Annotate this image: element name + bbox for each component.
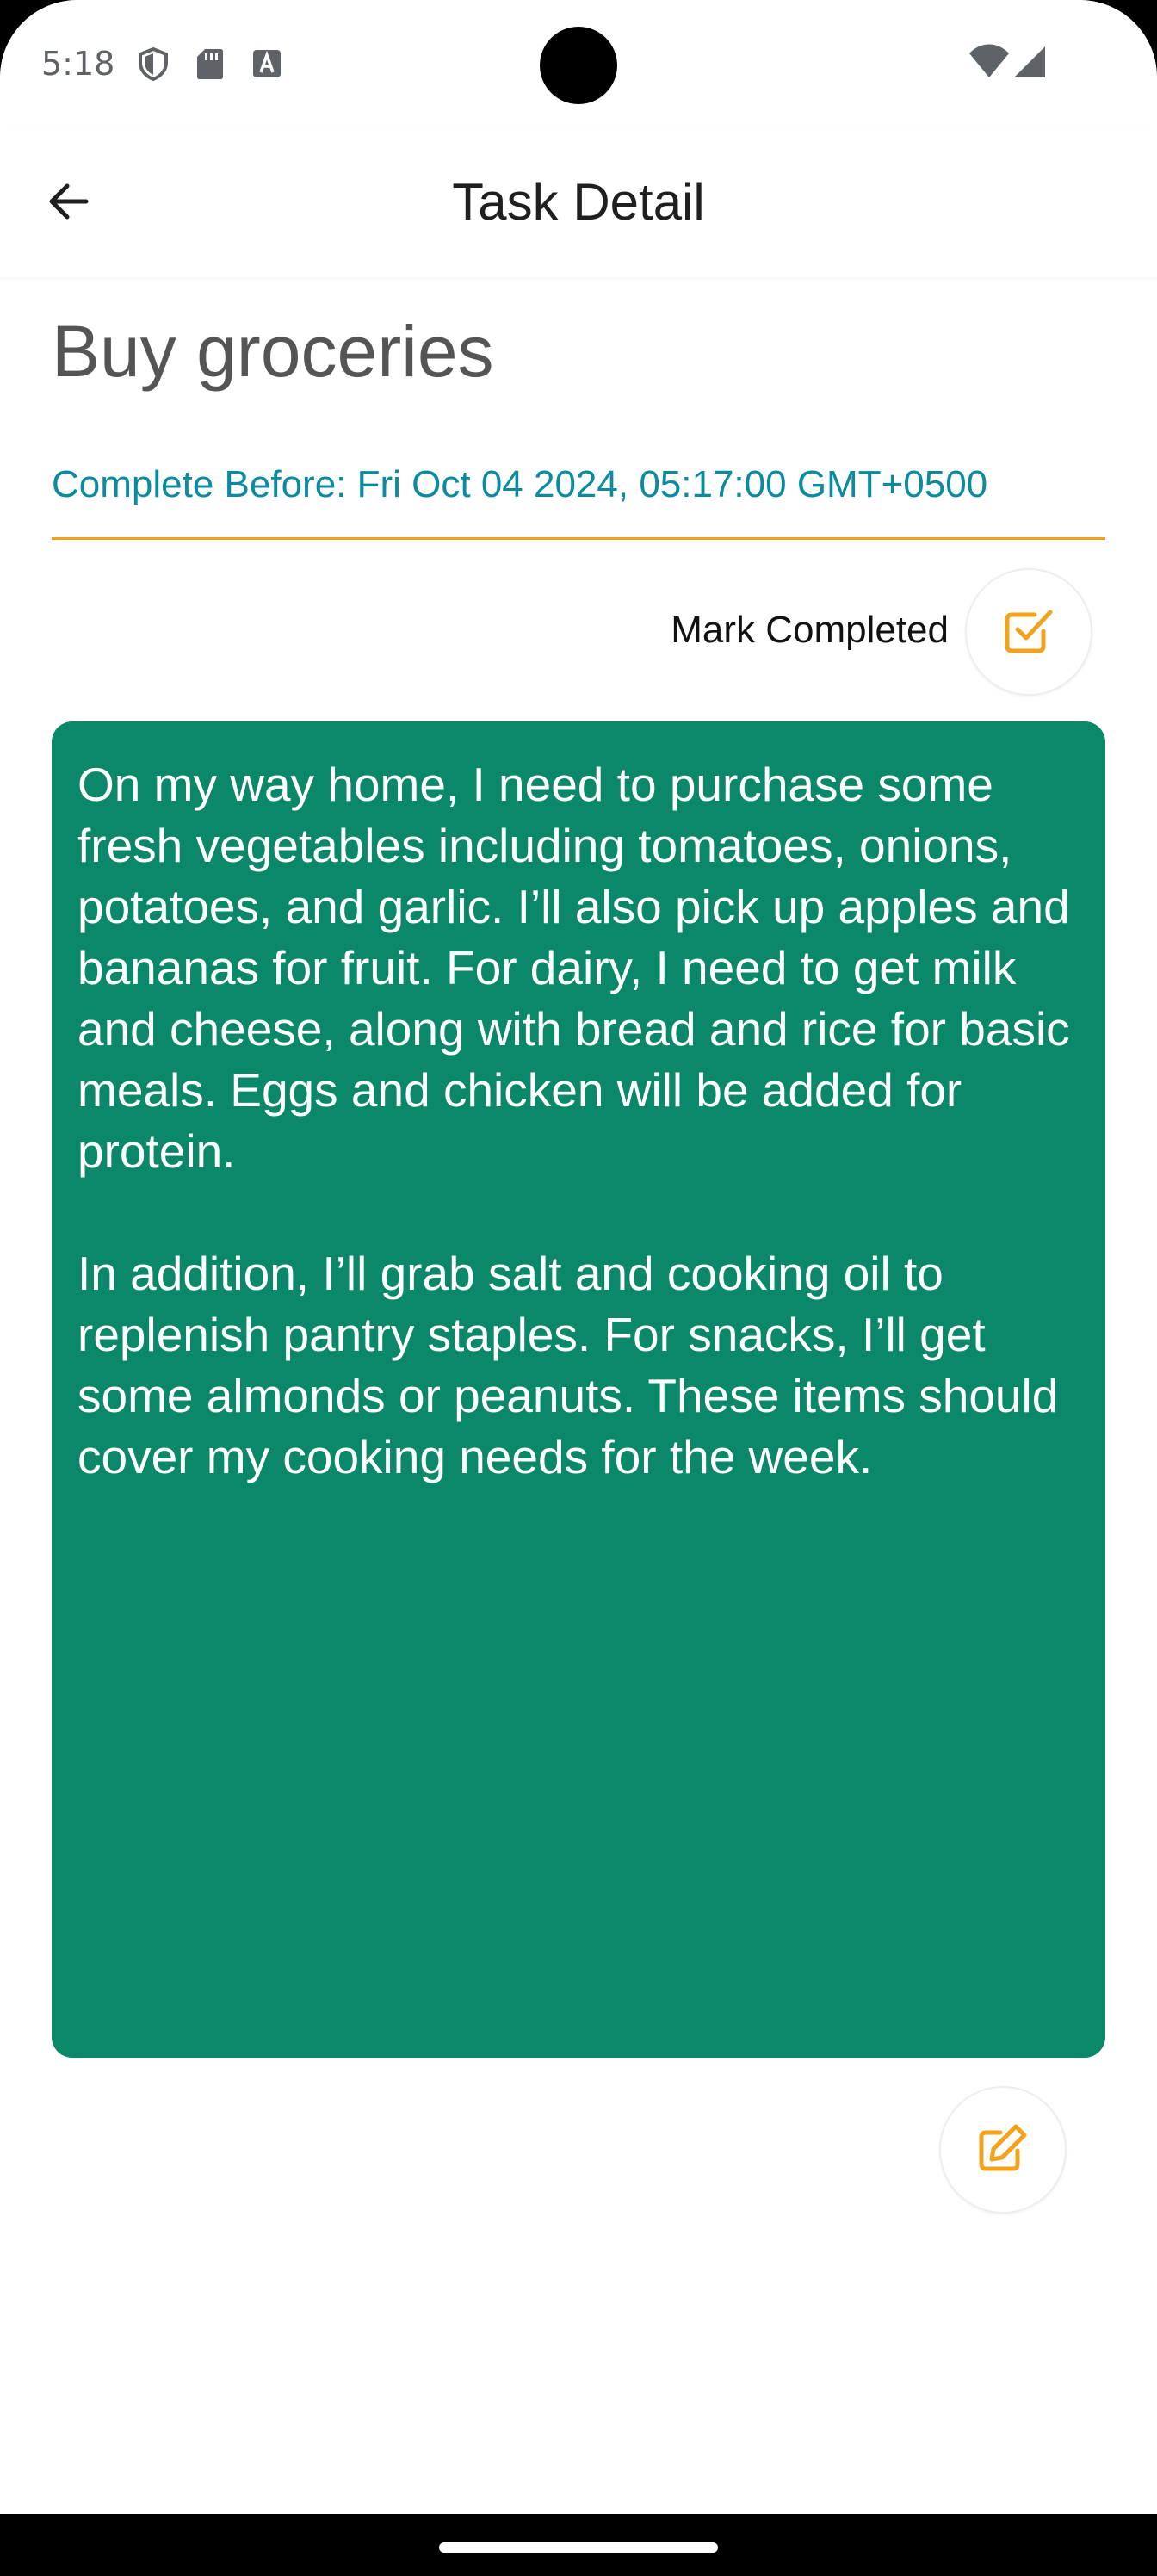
app-bar: Task Detail bbox=[0, 129, 1157, 277]
cellular-signal-icon bbox=[1012, 45, 1047, 79]
screen: 5:18 Task Detail Buy groceries Complete … bbox=[0, 0, 1157, 2576]
edit-button[interactable] bbox=[939, 2086, 1067, 2214]
mark-completed-button[interactable] bbox=[965, 568, 1092, 696]
shield-icon bbox=[136, 46, 170, 82]
wifi-icon bbox=[968, 43, 1011, 81]
description-paragraph: On my way home, I need to purchase some … bbox=[77, 758, 1070, 1178]
due-date-label: Complete Before: Fri Oct 04 2024, 05:17:… bbox=[52, 463, 988, 505]
app-window: 5:18 Task Detail Buy groceries Complete … bbox=[0, 0, 1157, 2514]
due-date-divider bbox=[52, 537, 1105, 540]
checkbox-checked-icon bbox=[1000, 602, 1057, 663]
home-indicator[interactable] bbox=[439, 2542, 718, 2553]
front-camera bbox=[540, 27, 617, 104]
description-text: On my way home, I need to purchase some … bbox=[77, 754, 1080, 1488]
sd-card-icon bbox=[193, 46, 227, 81]
edit-note-icon bbox=[974, 2120, 1031, 2181]
description-card: On my way home, I need to purchase some … bbox=[52, 721, 1105, 2058]
page-title: Task Detail bbox=[452, 173, 705, 231]
description-paragraph: In addition, I’ll grab salt and cooking … bbox=[77, 1247, 1059, 1483]
font-a-icon bbox=[250, 46, 284, 81]
status-bar: 5:18 bbox=[0, 0, 1157, 129]
task-title: Buy groceries bbox=[52, 311, 494, 392]
status-time: 5:18 bbox=[41, 45, 115, 83]
mark-completed-label: Mark Completed bbox=[671, 609, 949, 651]
